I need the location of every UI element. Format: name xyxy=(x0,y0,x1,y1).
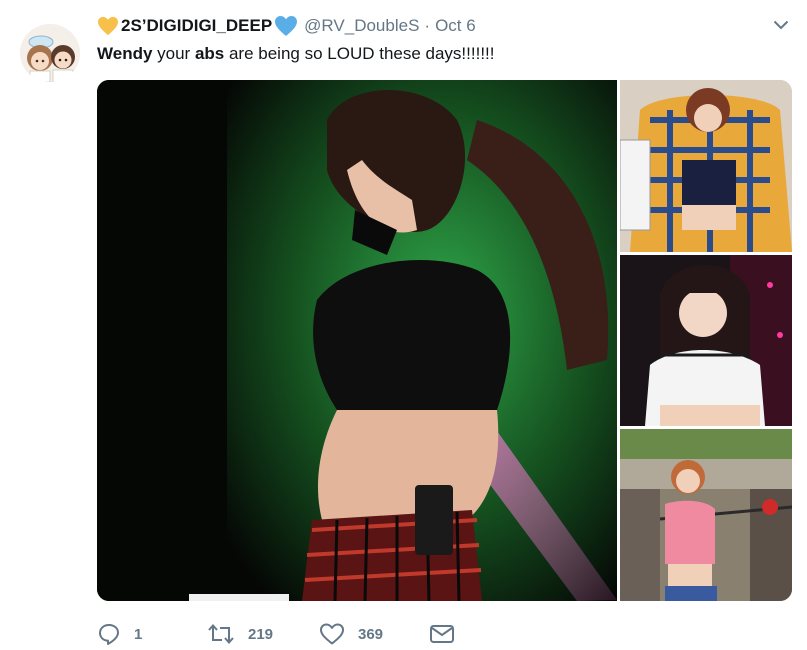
like-icon xyxy=(319,622,345,646)
avatar-illustration xyxy=(20,24,80,82)
tweet-header: 2S’DIGIDIGI_DEEP @RV_DoubleS · Oct 6 xyxy=(97,12,476,40)
blue-heart-icon xyxy=(274,15,298,37)
photo-thumbnail-2-image xyxy=(620,255,792,426)
photo-thumbnail-3[interactable] xyxy=(620,429,792,601)
reply-icon xyxy=(97,622,121,646)
photo-thumbnail-1-image xyxy=(620,80,792,252)
more-options-button[interactable] xyxy=(769,14,793,36)
main-photo[interactable] xyxy=(97,80,617,601)
reply-button[interactable]: 1 xyxy=(97,622,207,646)
direct-message-button[interactable] xyxy=(429,623,455,645)
retweet-button[interactable]: 219 xyxy=(207,622,319,646)
like-count: 369 xyxy=(358,625,384,643)
avatar[interactable] xyxy=(20,24,80,82)
tweet-text-part: your xyxy=(152,44,195,63)
photo-thumbnail-1[interactable] xyxy=(620,80,792,252)
photo-thumbnail-3-image xyxy=(620,429,792,601)
like-button[interactable]: 369 xyxy=(319,622,429,646)
retweet-count: 219 xyxy=(248,625,274,643)
tweet-text-part: are being so LOUD these days!!!!!!! xyxy=(224,44,495,63)
message-icon xyxy=(429,623,455,645)
media-grid xyxy=(97,80,792,601)
photo-thumbnail-2[interactable] xyxy=(620,255,792,426)
tweet-text-bold-name: Wendy xyxy=(97,44,153,63)
tweet-timestamp[interactable]: Oct 6 xyxy=(435,16,476,36)
display-name-text: 2S’DIGIDIGI_DEEP xyxy=(121,16,273,35)
tweet-text-bold-word: abs xyxy=(194,44,225,63)
reply-count: 1 xyxy=(134,625,143,643)
yellow-heart-icon xyxy=(97,16,119,36)
tweet-actions: 1 219 369 xyxy=(97,618,455,650)
chevron-down-icon xyxy=(773,20,789,30)
display-name-link[interactable]: 2S’DIGIDIGI_DEEP xyxy=(97,15,298,37)
tweet-text: Wendy your abs are being so LOUD these d… xyxy=(97,42,495,66)
retweet-icon xyxy=(207,622,235,646)
main-photo-image xyxy=(97,80,617,601)
separator-dot: · xyxy=(424,16,431,35)
user-handle[interactable]: @RV_DoubleS xyxy=(304,16,419,36)
